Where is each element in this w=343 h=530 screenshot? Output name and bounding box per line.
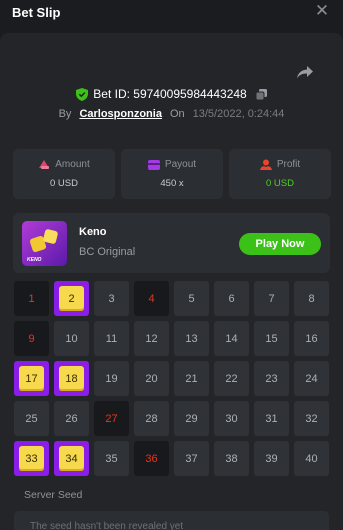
stat-profit: Profit 0 USD bbox=[229, 149, 331, 199]
keno-cell-4: 4 bbox=[134, 281, 169, 316]
keno-cell-5: 5 bbox=[174, 281, 209, 316]
keno-cell-12: 12 bbox=[134, 321, 169, 356]
game-card: KENO Keno BC Original Play Now bbox=[13, 213, 330, 273]
keno-cell-37: 37 bbox=[174, 441, 209, 476]
amount-value: 0 USD bbox=[50, 178, 78, 189]
keno-number: 17 bbox=[19, 366, 44, 391]
server-seed-field: The seed hasn't been revealed yet bbox=[14, 511, 329, 530]
bet-id: Bet ID: 59740095984443248 bbox=[93, 87, 247, 101]
keno-cell-26: 26 bbox=[54, 401, 89, 436]
keno-cell-18: 18 bbox=[54, 361, 89, 396]
keno-cell-31: 31 bbox=[254, 401, 289, 436]
keno-cell-34: 34 bbox=[54, 441, 89, 476]
keno-cell-8: 8 bbox=[294, 281, 329, 316]
keno-logo: KENO bbox=[27, 257, 42, 263]
payout-label: Payout bbox=[164, 159, 197, 170]
dice-icon bbox=[42, 228, 59, 245]
keno-cell-27: 27 bbox=[94, 401, 129, 436]
verified-shield-icon bbox=[76, 87, 89, 101]
keno-cell-32: 32 bbox=[294, 401, 329, 436]
copy-icon[interactable] bbox=[255, 88, 267, 100]
username-link[interactable]: Carlosponzonia bbox=[79, 108, 162, 120]
profit-label: Profit bbox=[276, 159, 301, 170]
keno-cell-15: 15 bbox=[254, 321, 289, 356]
keno-cell-40: 40 bbox=[294, 441, 329, 476]
keno-cell-16: 16 bbox=[294, 321, 329, 356]
server-seed-label: Server Seed bbox=[24, 489, 83, 501]
keno-cell-6: 6 bbox=[214, 281, 249, 316]
game-provider: BC Original bbox=[79, 246, 136, 258]
keno-cell-23: 23 bbox=[254, 361, 289, 396]
profit-icon bbox=[259, 159, 272, 170]
bet-byline: By Carlosponzonia On 13/5/2022, 0:24:44 bbox=[0, 108, 343, 120]
keno-cell-3: 3 bbox=[94, 281, 129, 316]
keno-cell-22: 22 bbox=[214, 361, 249, 396]
keno-cell-24: 24 bbox=[294, 361, 329, 396]
keno-cell-9: 9 bbox=[14, 321, 49, 356]
bet-stats: Amount 0 USD Payout 450 x Profit 0 USD bbox=[13, 149, 331, 199]
keno-cell-13: 13 bbox=[174, 321, 209, 356]
keno-cell-36: 36 bbox=[134, 441, 169, 476]
share-icon[interactable] bbox=[297, 65, 313, 79]
keno-cell-7: 7 bbox=[254, 281, 289, 316]
bet-slip-header: Bet Slip ✕ bbox=[0, 0, 343, 24]
keno-number: 18 bbox=[59, 366, 84, 391]
keno-number: 33 bbox=[19, 446, 44, 471]
keno-cell-20: 20 bbox=[134, 361, 169, 396]
keno-cell-25: 25 bbox=[14, 401, 49, 436]
keno-cell-10: 10 bbox=[54, 321, 89, 356]
close-icon[interactable]: ✕ bbox=[313, 2, 331, 20]
keno-cell-11: 11 bbox=[94, 321, 129, 356]
keno-cell-17: 17 bbox=[14, 361, 49, 396]
keno-cell-38: 38 bbox=[214, 441, 249, 476]
bet-date: 13/5/2022, 0:24:44 bbox=[192, 108, 285, 120]
stat-amount: Amount 0 USD bbox=[13, 149, 115, 199]
play-now-button[interactable]: Play Now bbox=[239, 233, 321, 255]
bet-id-row: Bet ID: 59740095984443248 bbox=[0, 87, 343, 101]
keno-cell-2: 2 bbox=[54, 281, 89, 316]
keno-cell-29: 29 bbox=[174, 401, 209, 436]
keno-number: 2 bbox=[59, 286, 84, 311]
keno-cell-35: 35 bbox=[94, 441, 129, 476]
payout-value: 450 x bbox=[160, 178, 184, 189]
by-label: By bbox=[58, 108, 72, 120]
keno-cell-33: 33 bbox=[14, 441, 49, 476]
keno-cell-30: 30 bbox=[214, 401, 249, 436]
amount-icon bbox=[39, 160, 50, 169]
keno-thumbnail[interactable]: KENO bbox=[22, 221, 67, 266]
profit-value: 0 USD bbox=[266, 178, 294, 189]
keno-cell-21: 21 bbox=[174, 361, 209, 396]
keno-cell-39: 39 bbox=[254, 441, 289, 476]
keno-cell-19: 19 bbox=[94, 361, 129, 396]
keno-number: 34 bbox=[59, 446, 84, 471]
on-label: On bbox=[169, 108, 185, 120]
stat-payout: Payout 450 x bbox=[121, 149, 223, 199]
keno-number-grid: 1 2 3 4 5 6 7 8 9 10 11 12 13 14 15 16 17 18 19 20 21 22 23 24 2… bbox=[14, 281, 329, 476]
amount-label: Amount bbox=[55, 159, 90, 170]
bet-slip-title: Bet Slip bbox=[12, 4, 61, 20]
keno-cell-28: 28 bbox=[134, 401, 169, 436]
payout-icon bbox=[147, 159, 160, 170]
keno-cell-1: 1 bbox=[14, 281, 49, 316]
game-name: Keno bbox=[79, 226, 107, 238]
keno-cell-14: 14 bbox=[214, 321, 249, 356]
